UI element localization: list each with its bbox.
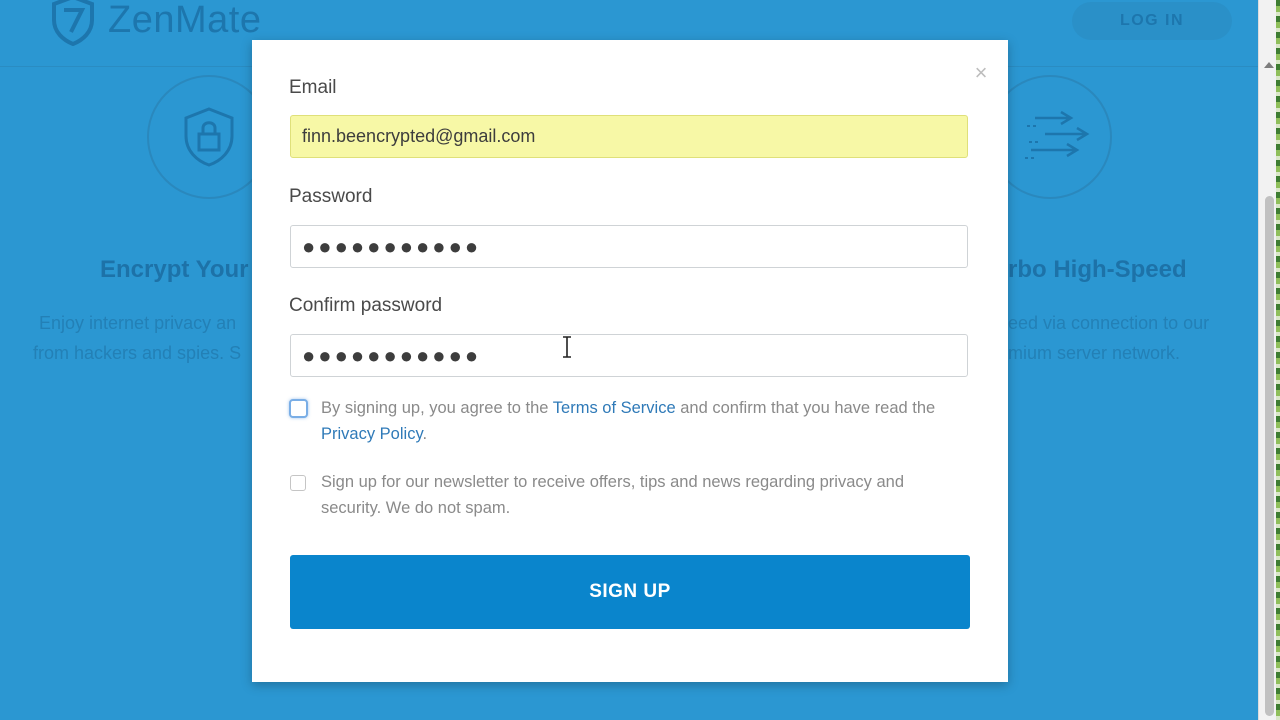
- feature-title-right: rbo High-Speed: [1008, 256, 1187, 283]
- privacy-policy-link[interactable]: Privacy Policy: [321, 425, 422, 443]
- newsletter-text: Sign up for our newsletter to receive of…: [321, 473, 905, 517]
- feature-text-right-2: mium server network.: [1008, 343, 1181, 363]
- speed-arrows-icon: [1025, 110, 1090, 159]
- brand-logo[interactable]: ZenMate: [50, 0, 261, 46]
- email-field[interactable]: [290, 115, 968, 158]
- terms-of-service-link[interactable]: Terms of Service: [553, 399, 676, 417]
- email-label: Email: [289, 77, 337, 98]
- terms-prefix: By signing up, you agree to the: [321, 399, 553, 417]
- zenmate-shield-icon: [52, 0, 94, 46]
- terms-checkbox[interactable]: [289, 399, 308, 418]
- scroll-up-arrow-icon[interactable]: [1264, 62, 1274, 68]
- sign-up-button[interactable]: SIGN UP: [290, 555, 970, 629]
- password-label: Password: [289, 186, 373, 207]
- close-icon[interactable]: ×: [971, 62, 991, 84]
- window-edge-strip: [1276, 0, 1280, 720]
- feature-text-right-1: eed via connection to our: [1008, 313, 1210, 333]
- terms-middle: and confirm that you have read the: [675, 399, 936, 417]
- terms-suffix: .: [422, 425, 428, 443]
- feature-text-left-2: from hackers and spies. S: [33, 343, 242, 363]
- newsletter-checkbox[interactable]: [290, 475, 306, 491]
- shield-lock-icon: [184, 107, 234, 167]
- confirm-password-field[interactable]: [290, 334, 968, 377]
- terms-text: By signing up, you agree to the Terms of…: [321, 395, 971, 447]
- text-cursor-icon: [563, 336, 571, 358]
- confirm-password-label: Confirm password: [289, 295, 443, 316]
- feature-text-left-1: Enjoy internet privacy an: [39, 313, 237, 333]
- login-button[interactable]: LOG IN: [1072, 2, 1232, 40]
- feature-title-left: Encrypt Your: [100, 256, 249, 283]
- brand-name: ZenMate: [108, 0, 262, 41]
- password-field[interactable]: [290, 225, 968, 268]
- scrollbar-thumb[interactable]: [1265, 196, 1274, 716]
